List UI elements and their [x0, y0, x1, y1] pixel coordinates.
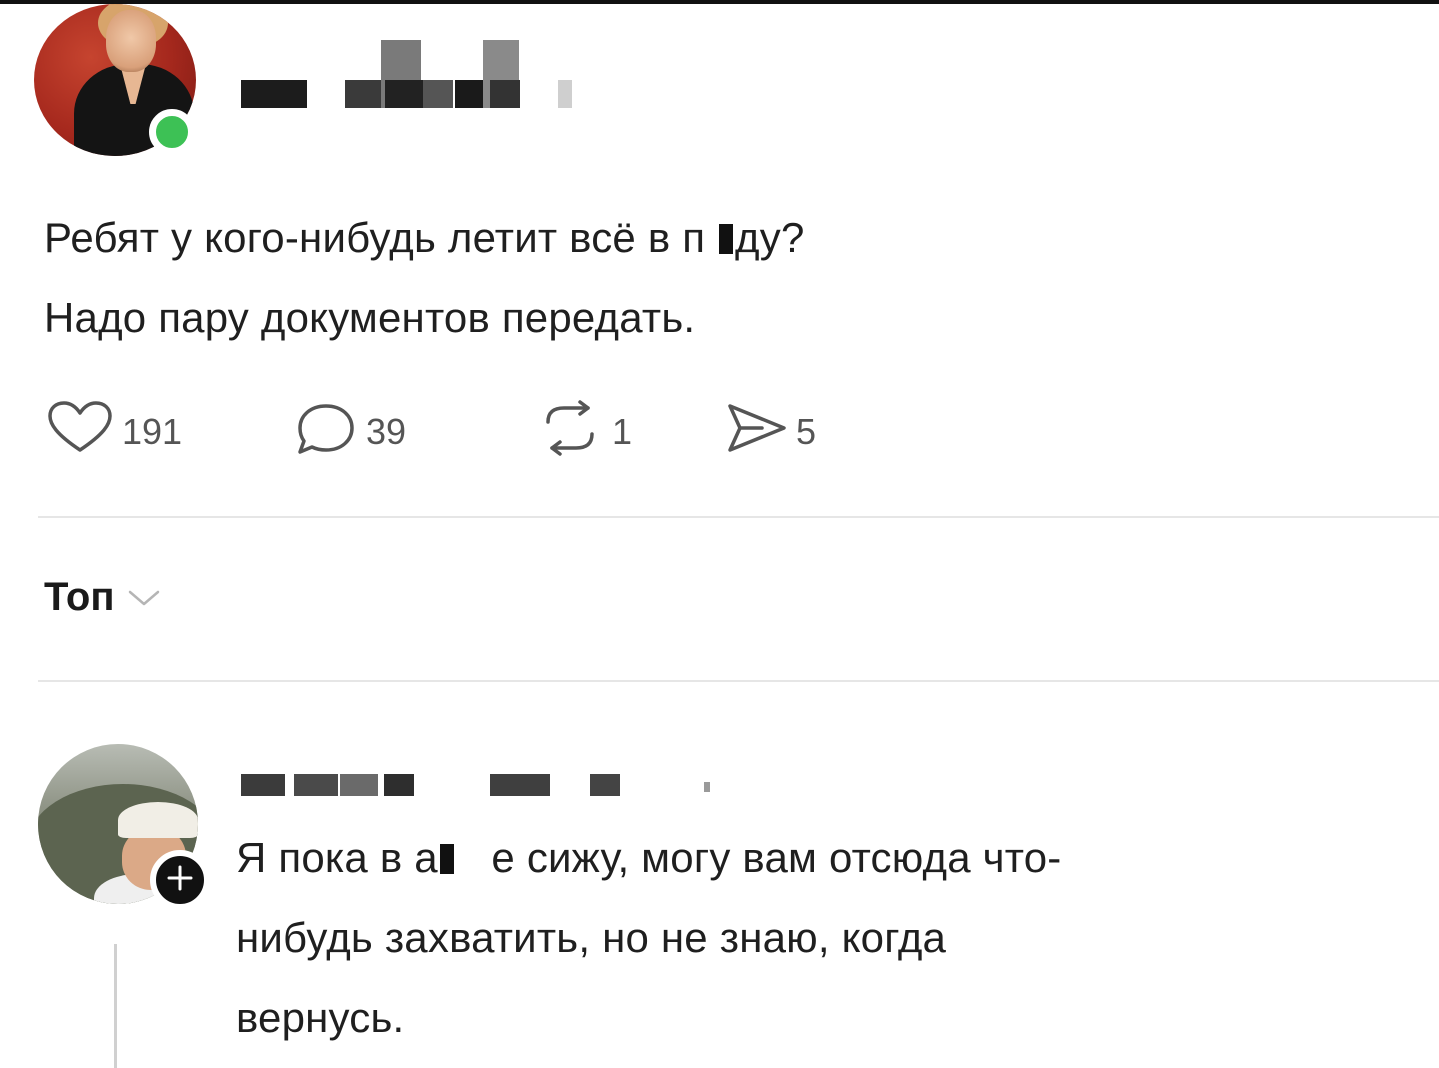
- comment-text-line: нибудь захватить, но не знаю, когда: [236, 914, 947, 961]
- comment-text-line: Я пока в а е сижу, могу вам отсюда что-: [236, 834, 1062, 881]
- post-body: Ребят у кого-нибудь летит всё в п ду? На…: [44, 198, 1344, 358]
- repost-icon: [534, 399, 606, 465]
- shares-count: 5: [796, 411, 817, 452]
- comment-text-line: вернусь.: [236, 994, 405, 1041]
- top-border: [0, 0, 1439, 4]
- reply-button[interactable]: 39: [292, 400, 534, 465]
- share-button[interactable]: 5: [722, 400, 816, 465]
- comments-sort-dropdown[interactable]: Топ: [44, 575, 161, 620]
- send-icon: [722, 400, 790, 465]
- plus-icon: [166, 864, 194, 897]
- likes-count: 191: [122, 411, 183, 452]
- redacted-fragment: [439, 844, 454, 874]
- comment-body: Я пока в а е сижу, могу вам отсюда что- …: [236, 818, 1396, 1058]
- like-button[interactable]: 191: [44, 400, 292, 465]
- divider: [38, 680, 1439, 682]
- replies-count: 39: [366, 411, 407, 452]
- reposts-count: 1: [612, 411, 633, 452]
- comment-bubble-icon: [292, 400, 360, 465]
- follow-button[interactable]: [150, 850, 210, 910]
- repost-button[interactable]: 1: [534, 399, 722, 465]
- post-text-line: Надо пару документов передать.: [44, 294, 696, 341]
- chevron-down-icon: [127, 588, 161, 613]
- sort-label: Топ: [44, 575, 115, 619]
- post-text-line: Ребят у кого-нибудь летит всё в п ду?: [44, 214, 805, 261]
- post-actions: 191 39 1 5: [44, 399, 816, 465]
- thread-line: [114, 944, 117, 1068]
- online-status-indicator: [149, 109, 195, 155]
- redacted-fragment: [719, 224, 734, 254]
- heart-icon: [44, 400, 116, 465]
- divider: [38, 516, 1439, 518]
